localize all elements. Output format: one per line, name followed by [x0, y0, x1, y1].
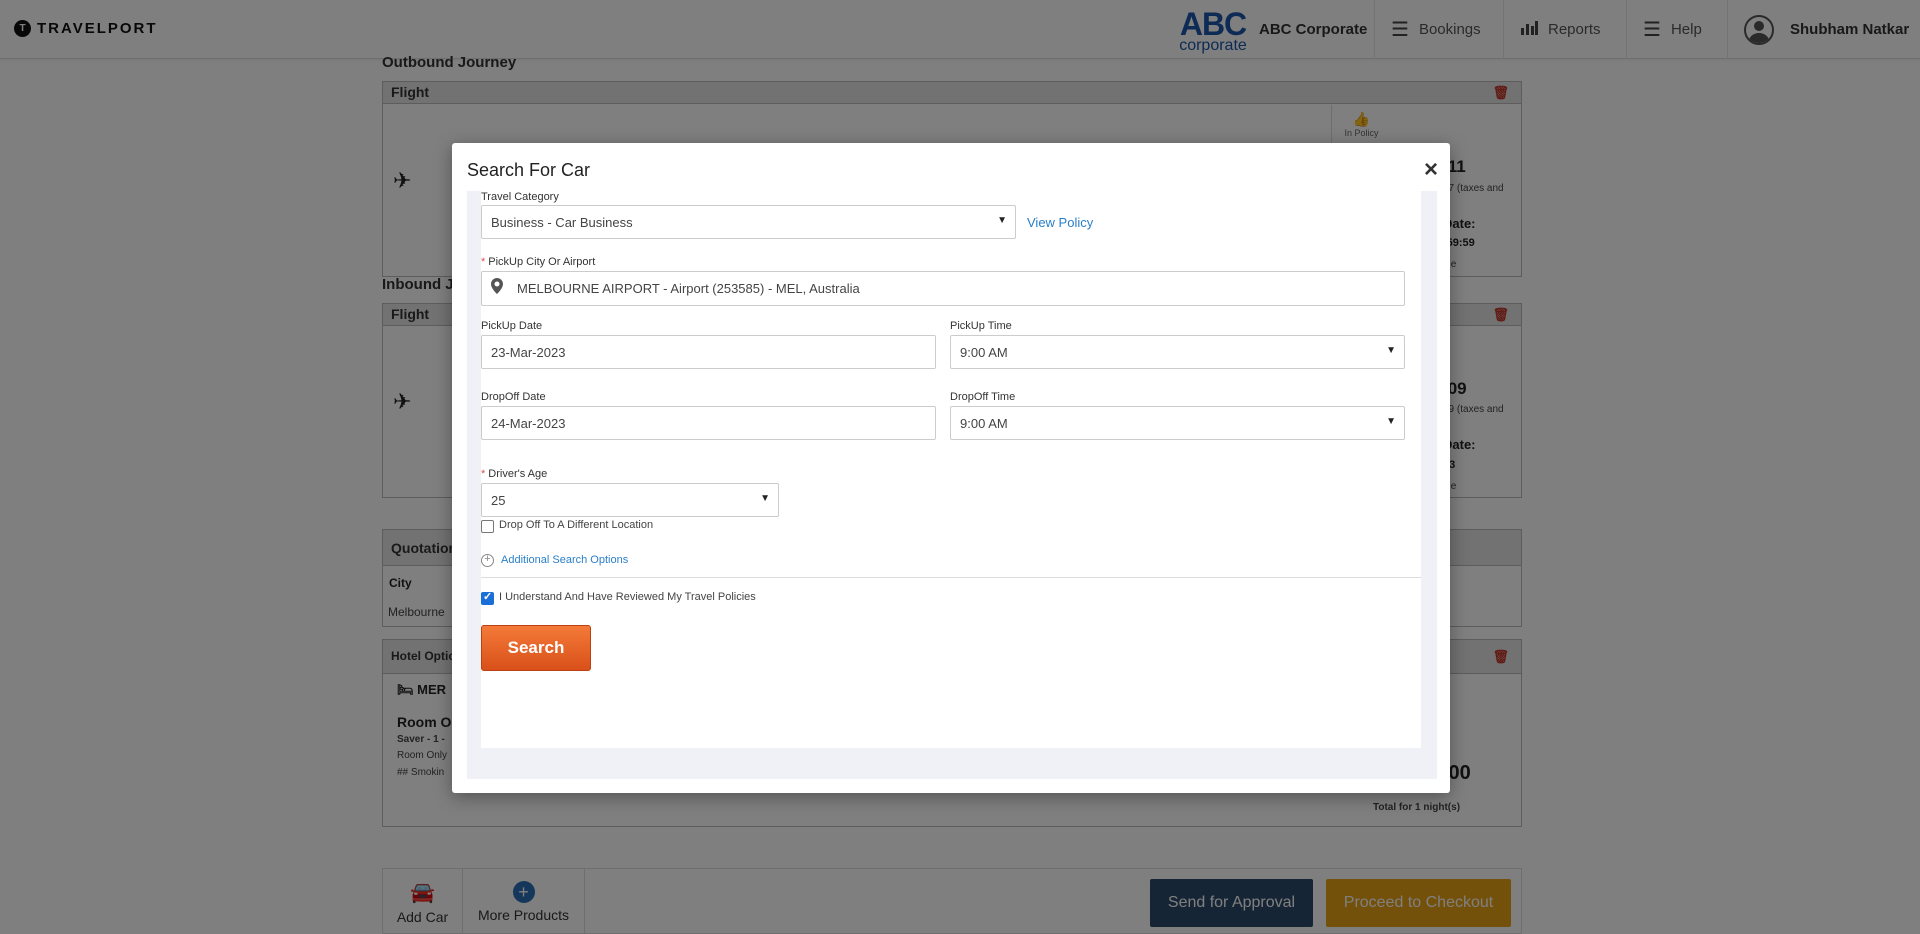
pickup-date-input[interactable]: 23-Mar-2023 — [481, 335, 936, 369]
plus-circle-icon[interactable]: + — [481, 554, 494, 567]
chevron-down-icon: ▼ — [760, 493, 770, 504]
location-pin-icon — [491, 278, 503, 299]
travel-policy-ack-checkbox[interactable] — [481, 590, 494, 605]
dropoff-time-label: DropOff Time — [950, 391, 1016, 403]
modal-title: Search For Car — [467, 160, 591, 180]
pickup-city-label: * PickUp City Or Airport — [481, 256, 595, 268]
search-for-car-modal: Search For Car × Travel Category Busines… — [452, 143, 1450, 793]
pickup-city-label-text: PickUp City Or Airport — [488, 256, 596, 268]
driver-age-value: 25 — [491, 492, 506, 508]
dropoff-time-value: 9:00 AM — [960, 415, 1008, 431]
pickup-time-select[interactable]: 9:00 AM ▼ — [950, 335, 1405, 369]
dropoff-time-select[interactable]: 9:00 AM ▼ — [950, 406, 1405, 440]
travel-category-label: Travel Category — [481, 191, 559, 203]
car-search-form: Travel Category Business - Car Business … — [481, 191, 1421, 748]
travel-policy-ack-label[interactable]: I Understand And Have Reviewed My Travel… — [499, 591, 756, 603]
pickup-time-value: 9:00 AM — [960, 344, 1008, 360]
driver-age-label: * Driver's Age — [481, 468, 547, 480]
dropoff-date-label: DropOff Date — [481, 391, 546, 403]
pickup-date-label: PickUp Date — [481, 320, 543, 332]
chevron-down-icon: ▼ — [997, 215, 1007, 226]
pickup-date-value: 23-Mar-2023 — [491, 344, 566, 360]
drop-off-different-location-label[interactable]: Drop Off To A Different Location — [499, 519, 653, 531]
modal-body: Travel Category Business - Car Business … — [467, 191, 1437, 779]
drop-off-different-location-checkbox[interactable] — [481, 520, 494, 533]
chevron-down-icon: ▼ — [1386, 345, 1396, 356]
required-marker: * — [481, 256, 486, 268]
pickup-city-value: MELBOURNE AIRPORT - Airport (253585) - M… — [517, 281, 860, 296]
view-policy-link[interactable]: View Policy — [1027, 215, 1093, 230]
driver-age-select[interactable]: 25 ▼ — [481, 483, 779, 517]
additional-search-options-link[interactable]: Additional Search Options — [501, 554, 628, 566]
travel-category-value: Business - Car Business — [491, 214, 633, 230]
search-button[interactable]: Search — [481, 625, 591, 671]
form-divider — [481, 577, 1421, 578]
dropoff-date-value: 24-Mar-2023 — [491, 415, 566, 431]
required-marker: * — [481, 468, 486, 480]
pickup-time-label: PickUp Time — [950, 320, 1012, 332]
close-icon[interactable]: × — [1424, 158, 1438, 182]
chevron-down-icon: ▼ — [1386, 416, 1396, 427]
pickup-city-input[interactable]: MELBOURNE AIRPORT - Airport (253585) - M… — [481, 271, 1405, 306]
travel-category-select[interactable]: Business - Car Business ▼ — [481, 205, 1016, 239]
dropoff-date-input[interactable]: 24-Mar-2023 — [481, 406, 936, 440]
driver-age-label-text: Driver's Age — [488, 468, 548, 480]
